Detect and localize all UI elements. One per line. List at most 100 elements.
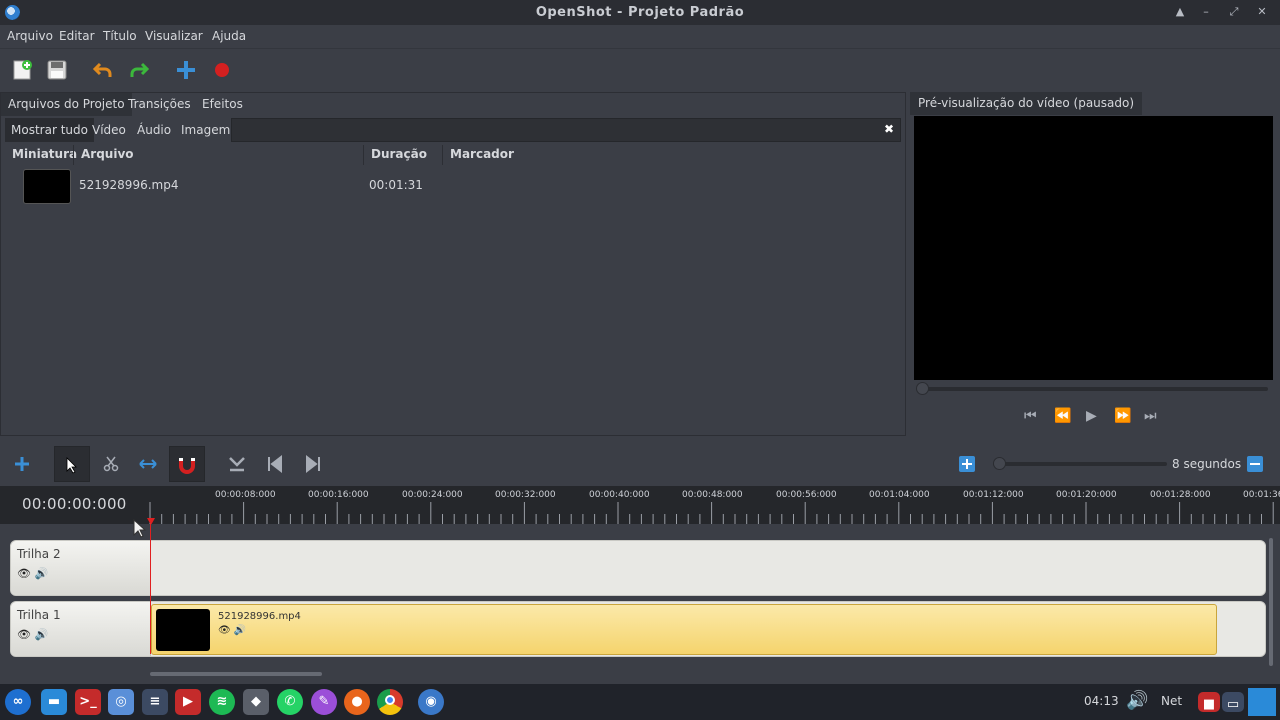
files-icon[interactable]: ▬ [41, 689, 67, 715]
horizontal-scrollbar[interactable] [150, 672, 322, 676]
whatsapp-icon[interactable]: ✆ [277, 689, 303, 715]
volume-icon[interactable]: 🔊 [1126, 690, 1148, 711]
clip-visibility-audio-icons[interactable]: 👁 🔊 [218, 625, 246, 636]
zoom-in-icon[interactable] [956, 453, 978, 475]
shade-button[interactable]: ▲ [1172, 5, 1188, 19]
track-1[interactable]: Trilha 1 👁 🔊 521928996.mp4 👁 🔊 [10, 601, 1266, 657]
filter-show-all[interactable]: Mostrar tudo [5, 118, 94, 142]
zoom-slider[interactable] [993, 457, 1167, 470]
openshot-window: OpenShot - Projeto Padrão ▲ – ⤢ ✕ Arquiv… [0, 0, 1280, 720]
display-icon[interactable]: ▭ [1222, 692, 1244, 712]
tick-label: 00:01:04:000 [869, 490, 930, 500]
search-box: ✖ [231, 118, 901, 142]
clock[interactable]: 04:13 [1084, 694, 1119, 708]
preview-seek-bar[interactable] [916, 382, 1268, 395]
clip-thumbnail [156, 609, 210, 651]
recording-icon[interactable]: ■ [1198, 692, 1220, 712]
zoom-out-icon[interactable] [1244, 453, 1266, 475]
timeline-toolbar: 8 segundos [0, 444, 1280, 484]
menu-titulo[interactable]: Título [103, 29, 137, 43]
filter-video[interactable]: Vídeo [86, 118, 132, 142]
package-icon[interactable]: ◆ [243, 689, 269, 715]
fast-forward-icon[interactable]: ⏩ [1114, 408, 1131, 424]
minimize-button[interactable]: – [1198, 5, 1214, 19]
add-track-icon[interactable] [11, 453, 33, 475]
main-toolbar [0, 48, 1280, 90]
menu-ajuda[interactable]: Ajuda [212, 29, 246, 43]
file-row[interactable]: 521928996.mp4 00:01:31 [5, 167, 901, 205]
filter-image[interactable]: Imagem [175, 118, 236, 142]
video-clip[interactable]: 521928996.mp4 👁 🔊 [151, 604, 1217, 655]
vertical-scrollbar[interactable] [1269, 538, 1273, 666]
export-video-icon[interactable] [211, 59, 233, 81]
tab-effects[interactable]: Efeitos [195, 93, 250, 116]
menu-editar[interactable]: Editar [59, 29, 95, 43]
drawing-icon[interactable]: ✎ [311, 689, 337, 715]
save-icon[interactable] [46, 59, 68, 81]
next-marker-icon[interactable] [302, 453, 324, 475]
clear-search-icon[interactable]: ✖ [884, 122, 894, 136]
spotify-icon[interactable]: ≋ [209, 689, 235, 715]
preview-tab[interactable]: Pré-visualização do vídeo (pausado) [910, 92, 1143, 115]
clip-name: 521928996.mp4 [218, 611, 301, 622]
jump-end-icon[interactable]: ⏭ [1144, 408, 1157, 424]
file-thumbnail [23, 169, 71, 204]
track-name: Trilha 1 [17, 608, 61, 622]
undo-icon[interactable] [92, 59, 114, 81]
network-label[interactable]: Net [1161, 694, 1182, 708]
text-editor-icon[interactable]: ≡ [142, 689, 168, 715]
app-launcher-icon[interactable]: ∞ [5, 689, 31, 715]
seek-handle[interactable] [916, 382, 929, 395]
close-button[interactable]: ✕ [1254, 5, 1270, 19]
column-file[interactable]: Arquivo [81, 147, 134, 161]
add-marker-icon[interactable] [226, 453, 248, 475]
track-name: Trilha 2 [17, 547, 61, 561]
openshot-taskbar-icon[interactable]: ◉ [418, 689, 444, 715]
menu-arquivo[interactable]: Arquivo [7, 29, 53, 43]
track-visibility-audio-icons[interactable]: 👁 🔊 [17, 567, 48, 580]
track-header[interactable]: Trilha 2 👁 🔊 [11, 541, 151, 595]
column-separator [363, 145, 364, 165]
tick-label: 00:00:40:000 [589, 490, 650, 500]
track-visibility-audio-icons[interactable]: 👁 🔊 [17, 628, 48, 641]
playhead-line[interactable] [150, 524, 151, 654]
razor-icon[interactable] [100, 453, 122, 475]
redo-icon[interactable] [128, 59, 150, 81]
timeline-tracks: Trilha 2 👁 🔊 Trilha 1 👁 🔊 521928996.mp4 … [0, 524, 1280, 676]
filter-audio[interactable]: Áudio [131, 118, 177, 142]
tick-label: 00:00:32:000 [495, 490, 556, 500]
track-2[interactable]: Trilha 2 👁 🔊 [10, 540, 1266, 596]
tick-label: 00:01:36:000 [1243, 490, 1280, 500]
previous-marker-icon[interactable] [264, 453, 286, 475]
search-input[interactable] [232, 119, 900, 141]
show-desktop-button[interactable] [1248, 688, 1276, 716]
menu-visualizar[interactable]: Visualizar [145, 29, 203, 43]
select-tool-button[interactable] [54, 446, 90, 482]
column-duration[interactable]: Duração [371, 147, 427, 161]
browser-icon[interactable]: ◎ [108, 689, 134, 715]
timeline-ruler[interactable]: 00:00:00:000 00:00:08:000 00:00:16:000 0… [0, 486, 1280, 525]
chrome-icon[interactable] [377, 689, 403, 715]
new-project-icon[interactable] [11, 59, 33, 81]
import-files-icon[interactable] [175, 59, 197, 81]
title-bar: OpenShot - Projeto Padrão ▲ – ⤢ ✕ [0, 0, 1280, 25]
rewind-icon[interactable]: ⏪ [1054, 408, 1071, 424]
terminal-icon[interactable]: >_ [75, 689, 101, 715]
column-marker[interactable]: Marcador [450, 147, 514, 161]
play-icon[interactable]: ▶ [1086, 408, 1097, 424]
window-title: OpenShot - Projeto Padrão [535, 5, 745, 20]
jump-start-icon[interactable]: ⏮ [1024, 408, 1037, 424]
track-header[interactable]: Trilha 1 👁 🔊 [11, 602, 151, 656]
tab-transitions[interactable]: Transições [121, 93, 198, 116]
maximize-button[interactable]: ⤢ [1226, 5, 1242, 19]
firefox-icon[interactable]: ● [344, 689, 370, 715]
tick-label: 00:00:48:000 [682, 490, 743, 500]
zoom-slider-handle[interactable] [993, 457, 1006, 470]
tab-project-files[interactable]: Arquivos do Projeto [1, 93, 132, 116]
column-separator [442, 145, 443, 165]
tick-label: 00:00:24:000 [402, 490, 463, 500]
video-editor-icon[interactable]: ▶ [175, 689, 201, 715]
column-thumbnail[interactable]: Miniatura [12, 147, 77, 161]
magnet-button[interactable] [169, 446, 205, 482]
snap-icon[interactable] [137, 453, 159, 475]
